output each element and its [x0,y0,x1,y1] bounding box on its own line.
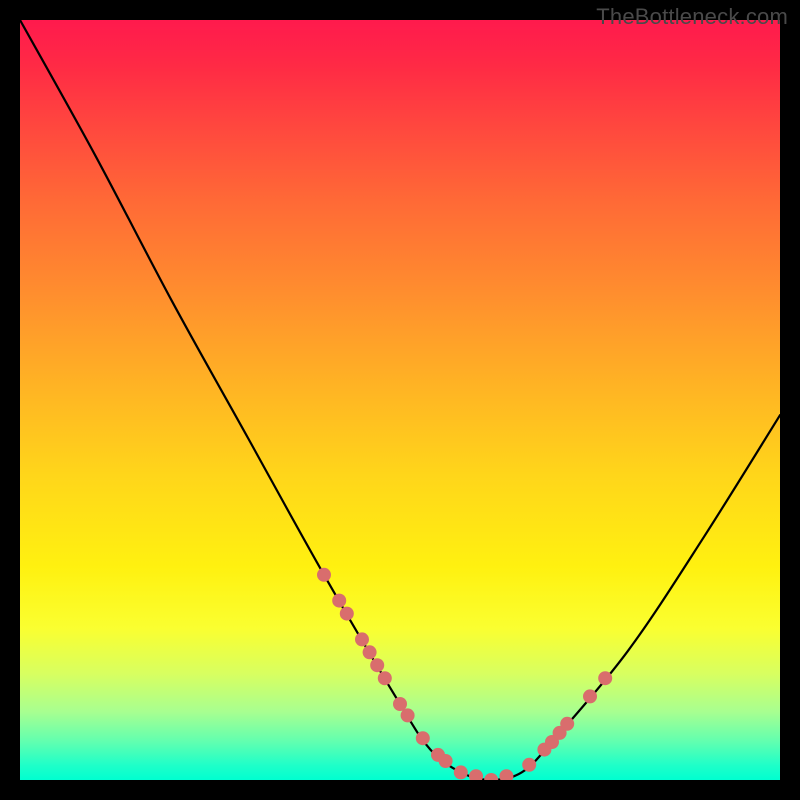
data-dot [439,754,453,768]
data-dot [560,717,574,731]
chart-svg [20,20,780,780]
data-dot [332,594,346,608]
data-dot [317,568,331,582]
data-dot [583,689,597,703]
data-dot [363,645,377,659]
data-dot [370,658,384,672]
data-dot [355,632,369,646]
watermark-text: TheBottleneck.com [596,4,788,30]
data-dot [522,758,536,772]
data-dot [401,708,415,722]
chart-frame: TheBottleneck.com [0,0,800,800]
plot-area [20,20,780,780]
data-dot [484,773,498,780]
data-dot [393,697,407,711]
data-dots [317,568,612,780]
data-dot [598,671,612,685]
data-dot [499,769,513,780]
data-dot [454,765,468,779]
data-dot [469,769,483,780]
bottleneck-curve [20,20,780,780]
data-dot [378,671,392,685]
data-dot [416,731,430,745]
data-dot [340,607,354,621]
